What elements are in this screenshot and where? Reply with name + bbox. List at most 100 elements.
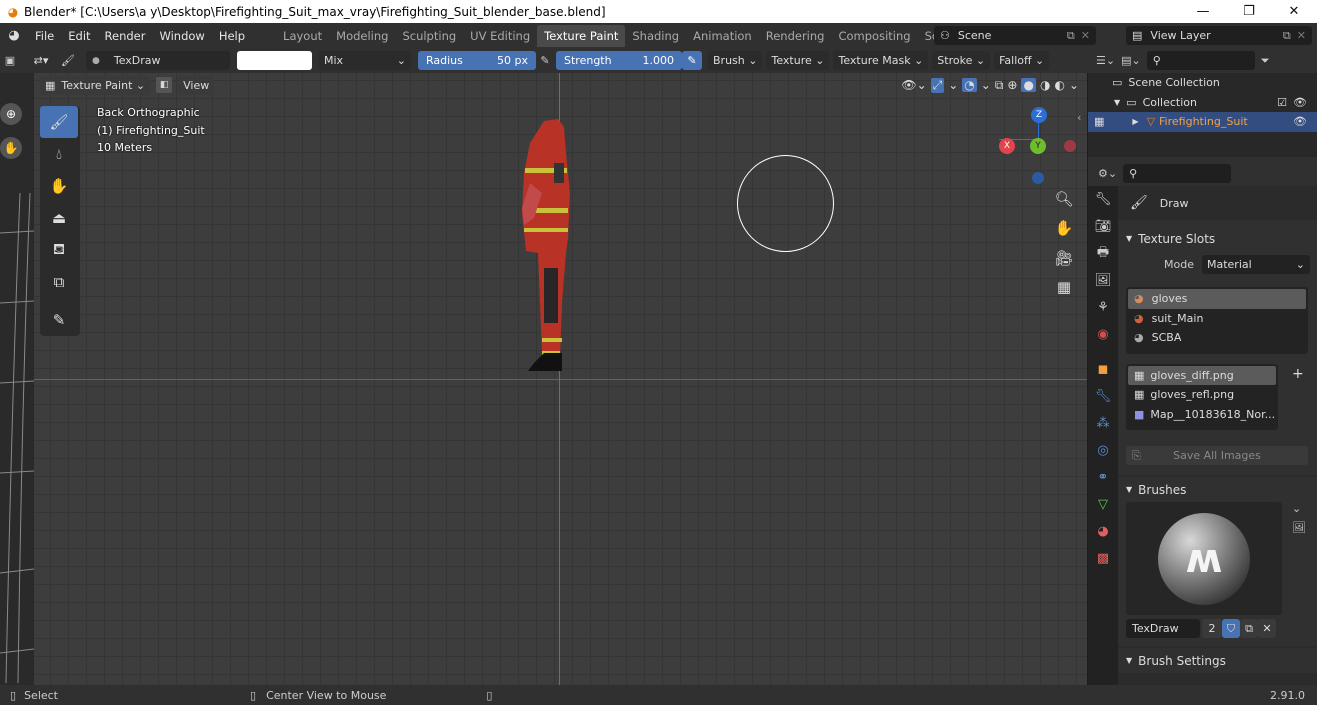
fake-user-button[interactable]: ⛉ [1222, 619, 1240, 638]
brushes-panel-header[interactable]: ▼ Brushes [1118, 477, 1317, 502]
list-item[interactable]: ▦ gloves_refl.png [1128, 385, 1276, 405]
editor-type-icon[interactable]: ▣ [4, 54, 16, 67]
menu-edit[interactable]: Edit [61, 29, 97, 43]
new-view-layer-icon[interactable]: ⧉ [1283, 29, 1291, 43]
tab-texture-paint[interactable]: Texture Paint [537, 24, 626, 47]
pan-icon[interactable]: ✋ [0, 137, 22, 159]
properties-search[interactable]: ⚲ [1123, 163, 1232, 183]
list-item[interactable]: ▦ gloves_diff.png [1128, 365, 1276, 385]
mask-toggle-icon[interactable]: ◧ [156, 77, 173, 93]
blend-mode-dropdown[interactable]: Mix ⌄ [319, 51, 411, 70]
ortho-toggle-button[interactable]: ▦ [1051, 274, 1077, 300]
radius-pressure-icon[interactable]: ✎ [536, 54, 554, 67]
tab-shading[interactable]: Shading [625, 25, 686, 47]
soften-tool[interactable]: 💧︎ [40, 138, 78, 170]
smear-tool[interactable]: ✋ [40, 170, 78, 202]
tab-animation[interactable]: Animation [686, 25, 759, 47]
unlink-brush-button[interactable]: ✕ [1258, 619, 1276, 638]
brush-name-field[interactable]: ● TexDraw [86, 51, 230, 70]
menu-file[interactable]: File [28, 29, 61, 43]
exclude-checkbox[interactable]: ☑ [1277, 96, 1287, 109]
tab-uv-editing[interactable]: UV Editing [463, 25, 537, 47]
tab-sculpting[interactable]: Sculpting [395, 25, 463, 47]
tab-rendering[interactable]: Rendering [759, 25, 832, 47]
blender-menu-icon[interactable]: ◕ [0, 28, 28, 43]
brush-users-count[interactable]: 2 [1202, 619, 1222, 638]
brush-settings-panel-header[interactable]: ▼ Brush Settings [1118, 648, 1317, 673]
strength-slider[interactable]: Strength 1.000 [556, 51, 682, 70]
gizmo-x-axis[interactable]: X [999, 138, 1015, 154]
draw-tool[interactable]: 🖌︎ [40, 106, 78, 138]
list-item[interactable]: ◕ gloves [1128, 289, 1306, 309]
tab-particles[interactable]: ⁂ [1088, 410, 1118, 437]
gizmo-z-axis[interactable]: Z [1031, 107, 1047, 123]
menu-render[interactable]: Render [98, 29, 153, 43]
tab-world[interactable]: ◉ [1088, 321, 1118, 348]
falloff-menu[interactable]: Falloff ⌄ [994, 51, 1050, 70]
brush-icon-toggle[interactable]: 🖼︎ [1292, 521, 1306, 534]
brush-menu[interactable]: Brush ⌄ [708, 51, 763, 70]
annotate-tool[interactable]: ✎ [40, 304, 78, 336]
tab-material[interactable]: ◕ [1088, 518, 1118, 545]
material-shading-icon[interactable]: ◑ [1040, 78, 1050, 92]
tab-tool[interactable]: 🔧︎ [1088, 186, 1118, 213]
tab-data[interactable]: ▽ [1088, 491, 1118, 518]
outliner-editor-icon[interactable]: ☰⌄ [1096, 54, 1115, 67]
texture-menu[interactable]: Texture ⌄ [766, 51, 830, 70]
outliner-search[interactable]: ⚲ [1146, 51, 1255, 70]
tab-render[interactable]: 📷︎ [1088, 213, 1118, 240]
wireframe-shading-icon[interactable]: ⊕ [1007, 78, 1017, 92]
texture-mask-menu[interactable]: Texture Mask ⌄ [833, 51, 929, 70]
sidebar-toggle-icon[interactable]: ‹ [1077, 111, 1081, 124]
view-menu[interactable]: View [178, 75, 215, 95]
add-image-button[interactable]: + [1292, 366, 1304, 431]
zoom-view-button[interactable]: 🔍︎ [1051, 186, 1077, 212]
pan-view-button[interactable]: ✋ [1051, 215, 1077, 241]
solid-shading-icon[interactable]: ● [1021, 78, 1036, 92]
brush-datablock-name[interactable]: TexDraw [1126, 619, 1200, 638]
texture-slots-panel-header[interactable]: ▼ Texture Slots [1118, 226, 1317, 251]
menu-window[interactable]: Window [152, 29, 211, 43]
zoom-icon[interactable]: ⊕ [0, 103, 22, 125]
remove-scene-icon[interactable]: ✕ [1081, 29, 1090, 42]
outliner-collection[interactable]: ▼ ▭ Collection ☑ 👁︎ [1088, 93, 1317, 113]
tab-physics[interactable]: ◎ [1088, 437, 1118, 464]
slot-mode-dropdown[interactable]: Material ⌄ [1202, 254, 1310, 274]
fill-tool[interactable]: ⛾ [40, 234, 78, 266]
visibility-eye-icon[interactable]: 👁︎ [1293, 115, 1307, 128]
brush-preview[interactable]: ʍ [1126, 502, 1282, 615]
list-item[interactable]: ◕ SCBA [1128, 328, 1306, 348]
close-button[interactable]: ✕ [1271, 0, 1317, 23]
rendered-shading-icon[interactable]: ◐ [1054, 78, 1064, 92]
minimize-button[interactable]: — [1180, 0, 1226, 23]
radius-slider[interactable]: Radius 50 px [418, 51, 536, 70]
outliner-scene-collection[interactable]: ▭ Scene Collection [1088, 73, 1317, 93]
tab-modifiers[interactable]: 🔧︎ [1088, 383, 1118, 410]
tab-scene[interactable]: ⚘ [1088, 294, 1118, 321]
visibility-icon[interactable]: 👁︎⌄ [901, 78, 926, 92]
shading-options-icon[interactable]: ⌄ [1069, 78, 1079, 92]
expand-icon[interactable]: ▶ [1132, 117, 1138, 126]
gizmo-y-axis[interactable]: Y [1030, 138, 1046, 154]
duplicate-brush-button[interactable]: ⧉ [1240, 619, 1258, 638]
tab-object[interactable]: ◼ [1088, 356, 1118, 383]
save-all-images-button[interactable]: ⎘ Save All Images [1126, 446, 1308, 465]
clone-tool[interactable]: ⏏ [40, 202, 78, 234]
properties-editor-icon[interactable]: ⚙⌄ [1098, 167, 1117, 180]
filter-icon[interactable]: ⏷ [1261, 54, 1270, 68]
expand-icon[interactable]: ▼ [1114, 98, 1120, 107]
tab-compositing[interactable]: Compositing [831, 25, 917, 47]
maximize-button[interactable]: ❐ [1226, 0, 1272, 23]
color-swatch[interactable] [237, 51, 312, 70]
menu-help[interactable]: Help [212, 29, 252, 43]
tab-output[interactable]: 🖶 [1088, 240, 1118, 267]
brush-list-expand-icon[interactable]: ⌄ [1292, 502, 1306, 515]
gizmo-neg-z[interactable] [1032, 172, 1044, 184]
tool-settings-icon[interactable]: ⇄▾ [26, 54, 56, 67]
gizmo-neg-x[interactable] [1064, 140, 1076, 152]
view-layer-selector[interactable]: ▤ View Layer ⧉ ✕ [1126, 26, 1312, 45]
display-mode-icon[interactable]: ▤⌄ [1121, 54, 1141, 67]
outliner-object[interactable]: ▦ ▶ ▽ Firefighting_Suit 👁︎ [1088, 112, 1317, 132]
list-item[interactable]: ◕ suit_Main [1128, 309, 1306, 329]
stroke-menu[interactable]: Stroke ⌄ [932, 51, 991, 70]
